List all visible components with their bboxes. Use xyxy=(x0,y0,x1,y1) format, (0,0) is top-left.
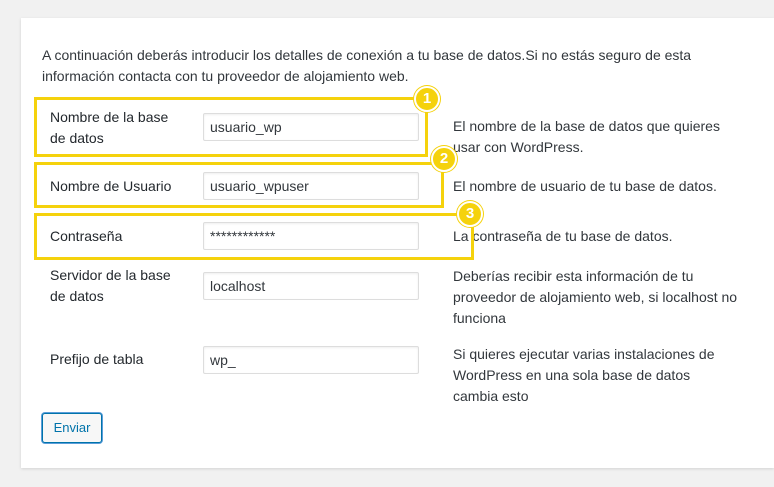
db-host-description: Deberías recibir esta información de tu … xyxy=(453,266,738,329)
table-prefix-input[interactable] xyxy=(203,346,419,374)
db-name-input[interactable] xyxy=(203,113,419,141)
db-user-label: Nombre de Usuario xyxy=(50,178,172,194)
submit-button[interactable]: Enviar xyxy=(42,413,102,443)
db-user-description: El nombre de usuario de tu base de datos… xyxy=(453,178,717,194)
db-host-code: localhost xyxy=(662,289,718,305)
table-prefix-description: Si quieres ejecutar varias instalaciones… xyxy=(453,346,715,404)
step-badge-2: 2 xyxy=(431,146,457,172)
db-password-description: La contraseña de tu base de datos. xyxy=(453,228,673,244)
db-host-input[interactable] xyxy=(203,272,419,300)
step-badge-1: 1 xyxy=(414,86,440,112)
db-host-label: Servidor de la base de datos xyxy=(50,267,171,304)
db-host-description-text: Deberías recibir esta información de tu … xyxy=(453,268,694,305)
db-password-label: Contraseña xyxy=(50,228,123,244)
intro-text: A continuación deberás introducir los de… xyxy=(42,47,692,84)
db-password-input[interactable] xyxy=(203,222,419,250)
table-prefix-label: Prefijo de tabla xyxy=(50,351,144,367)
db-name-description: El nombre de la base de datos que quiere… xyxy=(453,118,720,155)
db-name-label: Nombre de la base de datos xyxy=(50,109,169,146)
step-badge-3: 3 xyxy=(457,201,483,227)
db-user-input[interactable] xyxy=(203,172,419,200)
